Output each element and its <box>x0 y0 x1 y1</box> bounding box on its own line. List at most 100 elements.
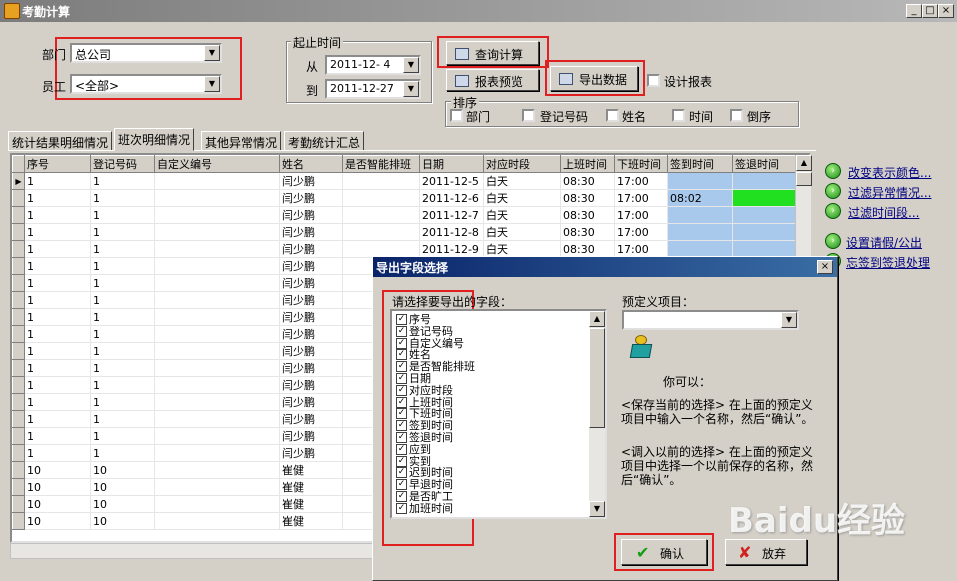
field-checkbox[interactable]: ✓ <box>396 455 407 467</box>
column-header[interactable]: 签退时间 <box>732 155 796 173</box>
field-checkbox[interactable]: ✓ <box>396 420 407 432</box>
link-filter-exceptions[interactable]: 过滤异常情况... <box>848 184 931 201</box>
export-button[interactable]: 导出数据 <box>550 66 638 91</box>
table-cell[interactable]: 2011-12-5 <box>419 172 484 190</box>
table-cell[interactable]: 08:30 <box>560 172 615 190</box>
row-indicator[interactable] <box>12 223 25 241</box>
table-cell[interactable]: 白天 <box>483 172 561 190</box>
row-indicator[interactable] <box>12 359 25 377</box>
table-cell[interactable]: 1 <box>90 308 155 326</box>
ok-button[interactable]: ✔ 确认 <box>621 539 707 565</box>
table-cell[interactable] <box>342 189 420 207</box>
table-cell[interactable] <box>154 359 280 377</box>
row-indicator[interactable] <box>12 427 25 445</box>
sort-time-checkbox[interactable] <box>672 109 685 122</box>
field-item[interactable]: ✓ 加班时间 <box>396 502 453 515</box>
row-indicator[interactable] <box>12 478 25 496</box>
table-cell[interactable] <box>154 240 280 258</box>
field-item[interactable]: ✓ 是否智能排班 <box>396 361 475 373</box>
table-cell[interactable]: 1 <box>90 206 155 224</box>
table-cell[interactable] <box>667 206 733 224</box>
dialog-close-icon[interactable]: × <box>817 260 833 274</box>
scroll-up-button[interactable]: ▲ <box>796 155 812 171</box>
table-cell[interactable]: 闫少鹏 <box>279 342 343 360</box>
chevron-down-icon[interactable]: ▼ <box>781 312 797 328</box>
table-cell[interactable]: 1 <box>90 257 155 275</box>
table-cell[interactable] <box>342 223 420 241</box>
table-cell[interactable] <box>154 393 280 411</box>
table-cell[interactable] <box>342 206 420 224</box>
table-cell[interactable]: 17:00 <box>614 223 668 241</box>
table-cell[interactable]: 10 <box>24 478 91 496</box>
table-cell[interactable] <box>154 478 280 496</box>
table-cell[interactable] <box>732 223 796 241</box>
chevron-down-icon[interactable]: ▼ <box>403 81 419 97</box>
table-cell[interactable]: 10 <box>24 512 91 530</box>
link-change-colors[interactable]: 改变表示颜色... <box>848 164 931 181</box>
table-cell[interactable]: 1 <box>90 274 155 292</box>
link-forgot-sign[interactable]: 忘签到签退处理 <box>846 254 930 271</box>
table-cell[interactable]: 1 <box>90 410 155 428</box>
table-cell[interactable]: 1 <box>24 172 91 190</box>
table-cell[interactable]: 1 <box>24 240 91 258</box>
table-cell[interactable]: 1 <box>90 393 155 411</box>
table-cell[interactable]: 1 <box>90 342 155 360</box>
row-indicator[interactable] <box>12 206 25 224</box>
tab-attendance-summary[interactable]: 考勤统计汇总 <box>284 131 365 151</box>
field-checkbox[interactable]: ✓ <box>396 396 407 408</box>
table-cell[interactable]: 17:00 <box>614 240 668 258</box>
table-cell[interactable]: 1 <box>24 410 91 428</box>
table-cell[interactable]: 10 <box>24 495 91 513</box>
table-cell[interactable]: 2011-12-7 <box>419 206 484 224</box>
table-cell[interactable] <box>732 172 796 190</box>
table-cell[interactable]: 崔健 <box>279 495 343 513</box>
table-cell[interactable]: 1 <box>24 223 91 241</box>
table-cell[interactable]: 1 <box>24 444 91 462</box>
table-cell[interactable]: 1 <box>90 291 155 309</box>
table-cell[interactable] <box>154 342 280 360</box>
column-header[interactable]: 是否智能排班 <box>342 155 420 173</box>
table-row[interactable]: 1 1 闫少鹏 2011-12-8 白天 08:30 17:00 <box>12 223 801 241</box>
sort-reverse-checkbox[interactable] <box>730 109 743 122</box>
table-cell[interactable] <box>154 172 280 190</box>
table-cell[interactable]: 1 <box>24 274 91 292</box>
field-checkbox[interactable]: ✓ <box>396 373 407 384</box>
table-cell[interactable]: 1 <box>24 325 91 343</box>
query-button[interactable]: 查询计算 <box>446 41 539 65</box>
field-checkbox[interactable]: ✓ <box>396 384 407 396</box>
preset-combo[interactable]: ▼ <box>622 310 799 330</box>
sort-dept-checkbox[interactable] <box>450 109 463 122</box>
tab-other-exceptions[interactable]: 其他异常情况 <box>201 131 282 151</box>
table-cell[interactable]: 1 <box>24 342 91 360</box>
table-cell[interactable]: 1 <box>90 359 155 377</box>
table-row[interactable]: 1 1 闫少鹏 2011-12-9 白天 08:30 17:00 <box>12 240 801 258</box>
field-checkbox[interactable]: ✓ <box>396 432 407 443</box>
maximize-button[interactable]: □ <box>922 4 938 18</box>
row-indicator[interactable] <box>12 291 25 309</box>
row-indicator[interactable] <box>12 410 25 428</box>
to-date-picker[interactable]: 2011-12-27 ▼ <box>325 79 421 99</box>
table-cell[interactable]: 闫少鹏 <box>279 206 343 224</box>
row-indicator[interactable] <box>12 512 25 530</box>
column-header[interactable]: 对应时段 <box>483 155 561 173</box>
scroll-thumb[interactable] <box>589 328 605 428</box>
field-checkbox[interactable]: ✓ <box>396 491 407 502</box>
table-cell[interactable]: 闫少鹏 <box>279 240 343 258</box>
field-checkbox[interactable]: ✓ <box>396 443 407 455</box>
table-cell[interactable]: 1 <box>24 359 91 377</box>
preview-button[interactable]: 报表预览 <box>446 69 539 91</box>
field-checkbox[interactable]: ✓ <box>396 337 407 349</box>
table-cell[interactable] <box>154 461 280 479</box>
column-header[interactable]: 姓名 <box>279 155 343 173</box>
table-cell[interactable]: 17:00 <box>614 189 668 207</box>
table-cell[interactable] <box>154 444 280 462</box>
column-header[interactable]: 日期 <box>419 155 484 173</box>
table-cell[interactable] <box>154 223 280 241</box>
table-cell[interactable] <box>154 376 280 394</box>
table-cell[interactable]: 1 <box>24 291 91 309</box>
table-cell[interactable]: 2011-12-8 <box>419 223 484 241</box>
row-indicator[interactable] <box>12 240 25 258</box>
table-cell[interactable]: 闫少鹏 <box>279 172 343 190</box>
table-cell[interactable]: 闫少鹏 <box>279 359 343 377</box>
column-header[interactable]: 签到时间 <box>667 155 733 173</box>
